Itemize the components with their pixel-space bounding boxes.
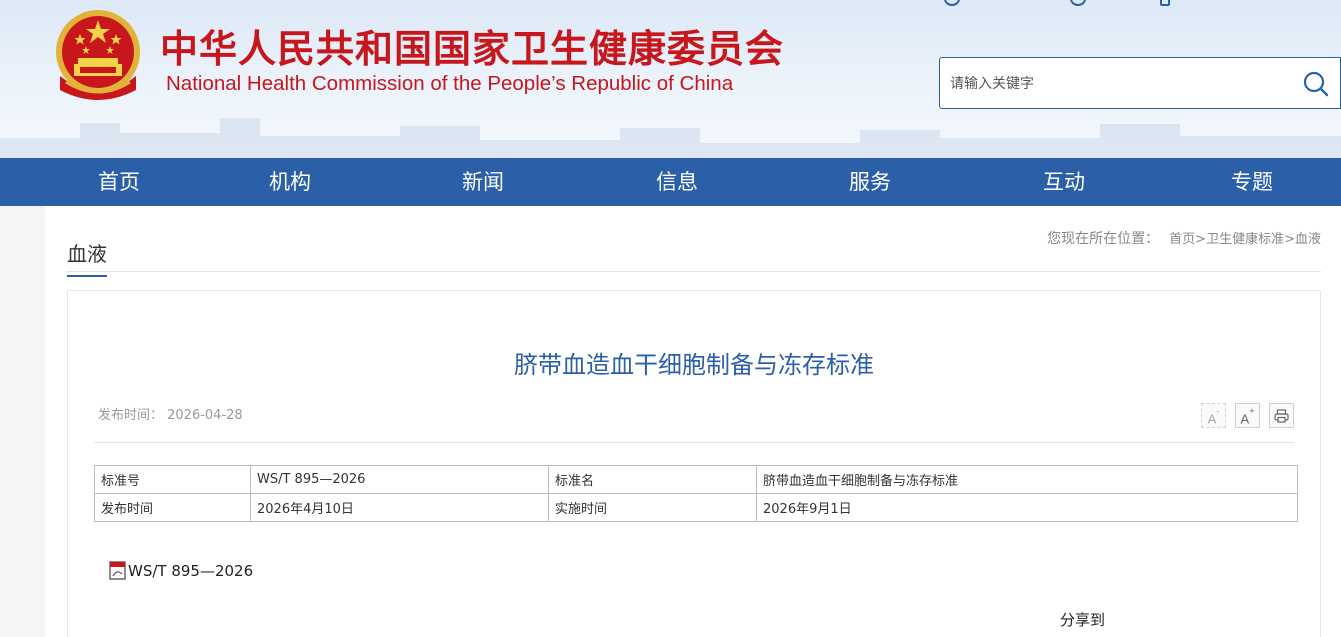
breadcrumb-label: 您现在所在位置： (1047, 231, 1160, 247)
standard-info-table: 标准号 WS/T 895—2026 标准名 脐带血造血干细胞制备与冻存标准 发布… (94, 465, 1298, 522)
national-emblem-logo (56, 10, 140, 100)
printer-icon (1274, 409, 1289, 423)
table-cell: 标准号 (94, 465, 251, 494)
table-cell: 脐带血造血干细胞制备与冻存标准 (756, 465, 1298, 494)
table-row: 标准号 WS/T 895—2026 标准名 脐带血造血干细胞制备与冻存标准 (94, 465, 1298, 494)
site-title-chinese: 中华人民共和国国家卫生健康委员会 (160, 27, 785, 71)
breadcrumb-link-home[interactable]: 首页 (1169, 232, 1195, 247)
table-cell: 2026年9月1日 (756, 493, 1298, 522)
breadcrumb-link-health-standards[interactable]: 卫生健康标准 (1206, 232, 1284, 247)
mobile-icon[interactable] (1160, 0, 1170, 6)
search-input[interactable] (950, 72, 1280, 96)
table-cell: 2026年4月10日 (250, 493, 549, 522)
table-cell: 实施时间 (548, 493, 757, 522)
search-box (939, 57, 1341, 109)
attachment-link[interactable]: WS/T 895—2026 (109, 561, 253, 580)
nav-item-services[interactable]: 服务 (849, 158, 891, 206)
nav-item-information[interactable]: 信息 (656, 158, 698, 206)
table-cell: 标准名 (548, 465, 757, 494)
nav-item-interaction[interactable]: 互动 (1043, 158, 1085, 206)
content-area: 血液 您现在所在位置： 首页>卫生健康标准>血液 脐带血造血干细胞制备与冻存标准 … (45, 206, 1341, 637)
font-smaller-button[interactable]: A- (1201, 403, 1226, 428)
category-divider (67, 271, 1321, 272)
breadcrumb: 您现在所在位置： 首页>卫生健康标准>血液 (1047, 228, 1321, 248)
article-title: 脐带血造血干细胞制备与冻存标准 (514, 351, 874, 379)
breadcrumb-link-blood[interactable]: 血液 (1295, 232, 1321, 247)
nav-item-organization[interactable]: 机构 (269, 158, 311, 206)
attachment-label: WS/T 895—2026 (128, 561, 254, 580)
wechat-icon[interactable] (1070, 0, 1086, 6)
nav-item-home[interactable]: 首页 (98, 158, 140, 206)
site-header: 中华人民共和国国家卫生健康委员会 National Health Commiss… (0, 0, 1341, 158)
print-button[interactable] (1269, 403, 1294, 428)
site-title-english: National Health Commission of the People… (166, 72, 734, 95)
table-row: 发布时间 2026年4月10日 实施时间 2026年9月1日 (94, 493, 1298, 522)
article-panel: 脐带血造血干细胞制备与冻存标准 发布时间： 2026-04-28 A- A+ 标… (67, 290, 1321, 637)
font-larger-button[interactable]: A+ (1235, 403, 1260, 428)
nav-item-news[interactable]: 新闻 (462, 158, 504, 206)
article-divider (94, 442, 1294, 443)
breadcrumb-separator: > (1195, 232, 1207, 247)
share-label: 分享到 (1060, 611, 1106, 629)
publish-date: 发布时间： 2026-04-28 (98, 408, 243, 423)
main-navigation: 首页 机构 新闻 信息 服务 互动 专题 (0, 158, 1341, 206)
pdf-file-icon (109, 561, 126, 580)
table-cell: WS/T 895—2026 (250, 465, 549, 494)
table-cell: 发布时间 (94, 493, 251, 522)
search-icon[interactable] (1302, 70, 1330, 98)
breadcrumb-separator: > (1284, 232, 1295, 247)
article-tools: A- A+ (1201, 403, 1294, 429)
nav-item-topics[interactable]: 专题 (1231, 158, 1273, 206)
weibo-icon[interactable] (944, 0, 960, 6)
